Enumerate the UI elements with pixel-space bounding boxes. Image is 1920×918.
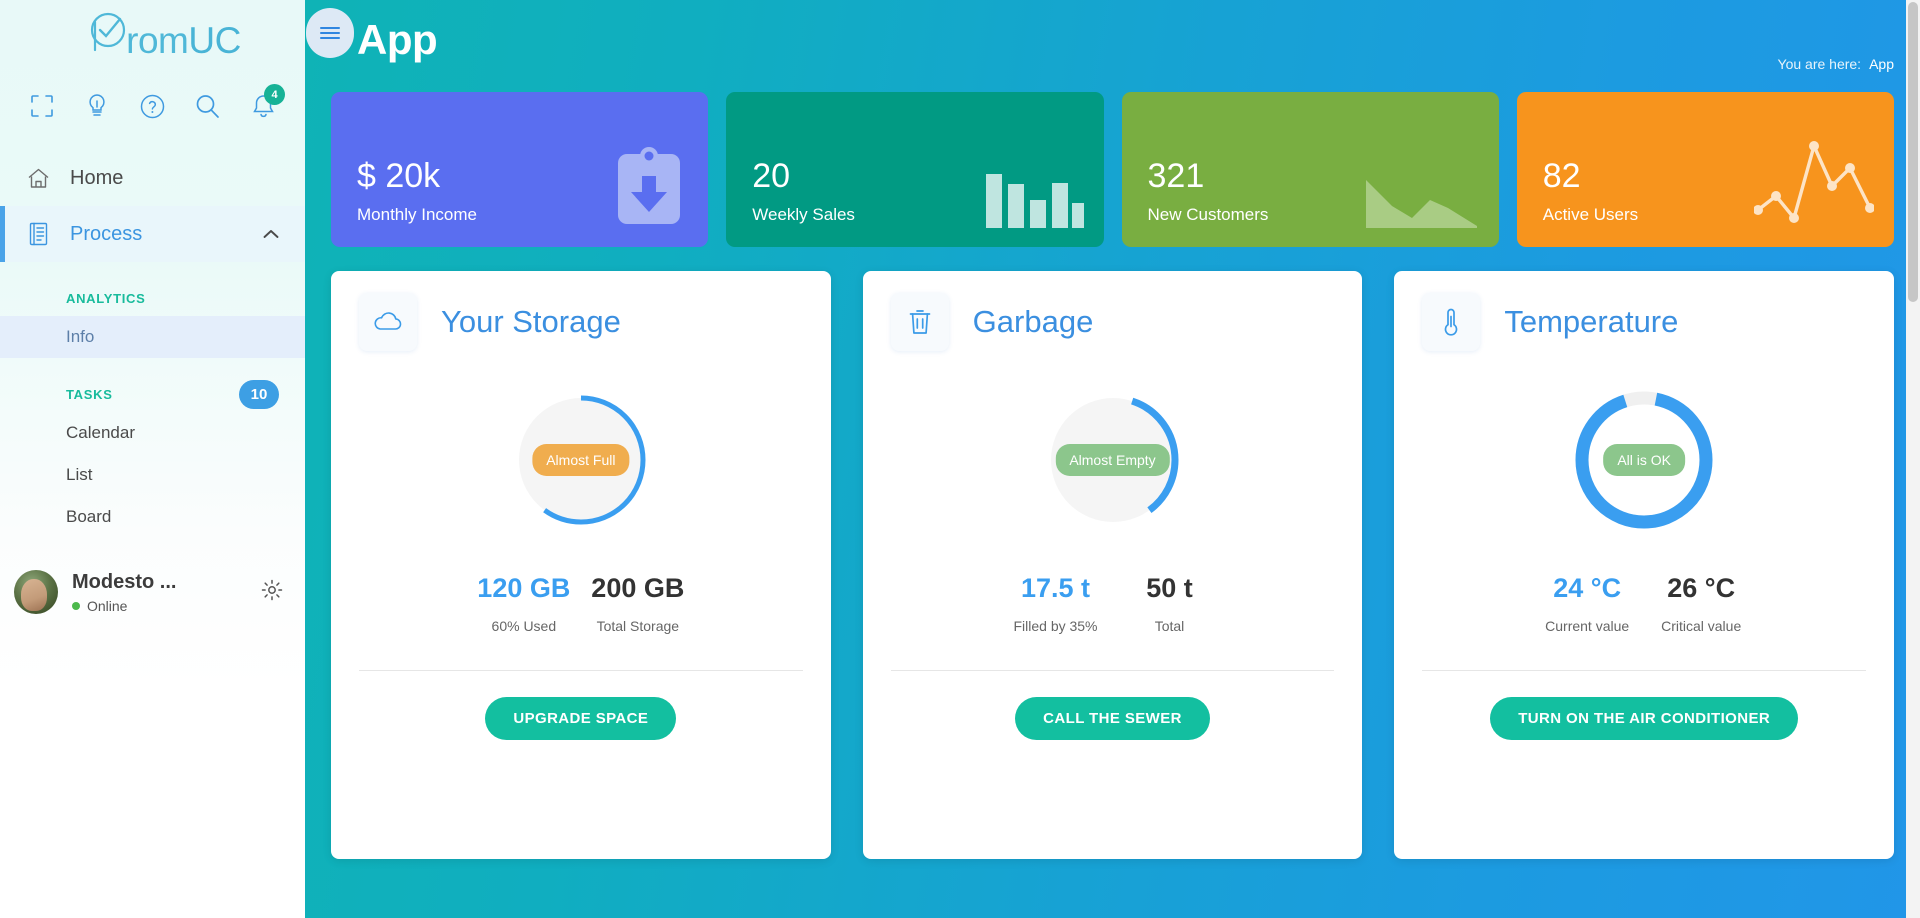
sidebar-item-list[interactable]: List <box>0 454 305 496</box>
sidebar-item-list-label: List <box>66 465 92 485</box>
status-dot-icon <box>72 602 80 610</box>
breadcrumb-current[interactable]: App <box>1869 56 1894 72</box>
metric-label: Total Storage <box>588 618 688 634</box>
sidebar-item-info[interactable]: Info <box>0 316 305 358</box>
metric-filled: 17.5 t Filled by 35% <box>1006 573 1106 634</box>
gauge-badge: Almost Empty <box>1055 444 1169 476</box>
metric-total: 200 GB Total Storage <box>588 573 688 634</box>
topbar: App You are here: App <box>305 0 1920 92</box>
user-status: Online <box>87 598 127 614</box>
metric-value: 200 GB <box>588 573 688 604</box>
document-icon <box>26 221 70 247</box>
metric-value: 17.5 t <box>1006 573 1106 604</box>
sidebar-item-board-label: Board <box>66 507 111 527</box>
card-title: Your Storage <box>441 304 621 340</box>
sidebar: romUC <box>0 0 305 918</box>
metric-critical: 26 °C Critical value <box>1651 573 1751 634</box>
bell-icon[interactable]: 4 <box>243 86 283 126</box>
user-name: Modesto ... <box>72 571 176 593</box>
area-chart-icon <box>1364 162 1479 233</box>
gear-icon[interactable] <box>261 579 283 606</box>
widget-cards: Your Storage Almost Full 120 GB 60% Used <box>305 247 1920 859</box>
sidebar-item-info-label: Info <box>66 327 94 347</box>
sidebar-section-tasks: TASKS 10 <box>0 358 305 412</box>
logo-text-left: rom <box>126 20 188 61</box>
metric-value: 26 °C <box>1651 573 1751 604</box>
gauge-badge: Almost Full <box>532 444 629 476</box>
sidebar-section-tasks-title: TASKS <box>66 387 113 402</box>
home-icon <box>26 166 70 191</box>
stat-card-new-customers[interactable]: 321 New Customers <box>1122 92 1499 247</box>
card-your-storage: Your Storage Almost Full 120 GB 60% Used <box>331 271 831 859</box>
chevron-up-icon[interactable] <box>263 226 279 242</box>
sidebar-item-process-label: Process <box>70 223 142 246</box>
sidebar-section-analytics-title: ANALYTICS <box>66 291 146 306</box>
app-root: romUC <box>0 0 1920 918</box>
temperature-gauge: All is OK <box>1569 385 1719 535</box>
storage-gauge: Almost Full <box>506 385 656 535</box>
metric-value: 24 °C <box>1537 573 1637 604</box>
breadcrumb-label: You are here: <box>1778 56 1862 72</box>
card-title: Garbage <box>973 304 1094 340</box>
metric-value: 120 GB <box>474 573 574 604</box>
clipboard-download-icon <box>610 142 688 233</box>
bar-chart-icon <box>984 170 1084 233</box>
divider <box>891 670 1335 671</box>
help-icon[interactable] <box>133 86 173 126</box>
breadcrumb: You are here: App <box>1778 56 1894 72</box>
fullscreen-icon[interactable] <box>22 86 62 126</box>
avatar <box>14 570 58 614</box>
stat-card-monthly-income[interactable]: $ 20k Monthly Income <box>331 92 708 247</box>
logo-text-right: UC <box>188 20 240 61</box>
metric-label: 60% Used <box>474 618 574 634</box>
sidebar-item-home[interactable]: Home <box>0 150 305 206</box>
brand-logo[interactable]: romUC <box>0 8 305 74</box>
divider <box>359 670 803 671</box>
cloud-icon <box>359 293 417 351</box>
sidebar-item-process[interactable]: Process <box>0 206 305 262</box>
card-temperature: Temperature All is OK 24 °C Current valu… <box>1394 271 1894 859</box>
search-icon[interactable] <box>188 86 228 126</box>
check-circle-icon <box>80 10 132 67</box>
metric-label: Filled by 35% <box>1006 618 1106 634</box>
turn-on-air-conditioner-button[interactable]: TURN ON THE AIR CONDITIONER <box>1490 697 1798 740</box>
hamburger-icon[interactable] <box>306 8 354 58</box>
stat-cards: $ 20k Monthly Income 20 Weekly Sales <box>305 92 1920 247</box>
sidebar-item-home-label: Home <box>70 167 123 190</box>
sidebar-quick-icons: 4 <box>0 74 305 128</box>
upgrade-space-button[interactable]: UPGRADE SPACE <box>485 697 676 740</box>
bell-badge: 4 <box>264 84 285 105</box>
page-title: App <box>357 16 437 64</box>
garbage-gauge: Almost Empty <box>1038 385 1188 535</box>
sidebar-nav: Home Process ANALYTICS <box>0 150 305 538</box>
sidebar-item-calendar-label: Calendar <box>66 423 135 443</box>
trash-icon <box>891 293 949 351</box>
sidebar-section-analytics: ANALYTICS <box>0 262 305 316</box>
gauge-badge: All is OK <box>1603 444 1685 476</box>
stat-card-active-users[interactable]: 82 Active Users <box>1517 92 1894 247</box>
metric-used: 120 GB 60% Used <box>474 573 574 634</box>
lightbulb-icon[interactable] <box>77 86 117 126</box>
divider <box>1422 670 1866 671</box>
card-garbage: Garbage Almost Empty 17.5 t Filled by 35… <box>863 271 1363 859</box>
thermometer-icon <box>1422 293 1480 351</box>
page-scrollbar[interactable] <box>1906 0 1920 918</box>
sidebar-item-board[interactable]: Board <box>0 496 305 538</box>
user-profile[interactable]: Modesto ... Online <box>0 560 305 624</box>
metric-current: 24 °C Current value <box>1537 573 1637 634</box>
sidebar-section-tasks-badge: 10 <box>239 380 279 409</box>
call-the-sewer-button[interactable]: CALL THE SEWER <box>1015 697 1210 740</box>
metric-total: 50 t Total <box>1120 573 1220 634</box>
metric-label: Current value <box>1537 618 1637 634</box>
metric-label: Critical value <box>1651 618 1751 634</box>
line-chart-icon <box>1754 138 1874 233</box>
metric-label: Total <box>1120 618 1220 634</box>
stat-card-weekly-sales[interactable]: 20 Weekly Sales <box>726 92 1103 247</box>
card-title: Temperature <box>1504 304 1678 340</box>
sidebar-item-calendar[interactable]: Calendar <box>0 412 305 454</box>
scrollbar-thumb[interactable] <box>1908 2 1918 302</box>
main-content: App You are here: App $ 20k Monthly Incom… <box>305 0 1920 918</box>
metric-value: 50 t <box>1120 573 1220 604</box>
